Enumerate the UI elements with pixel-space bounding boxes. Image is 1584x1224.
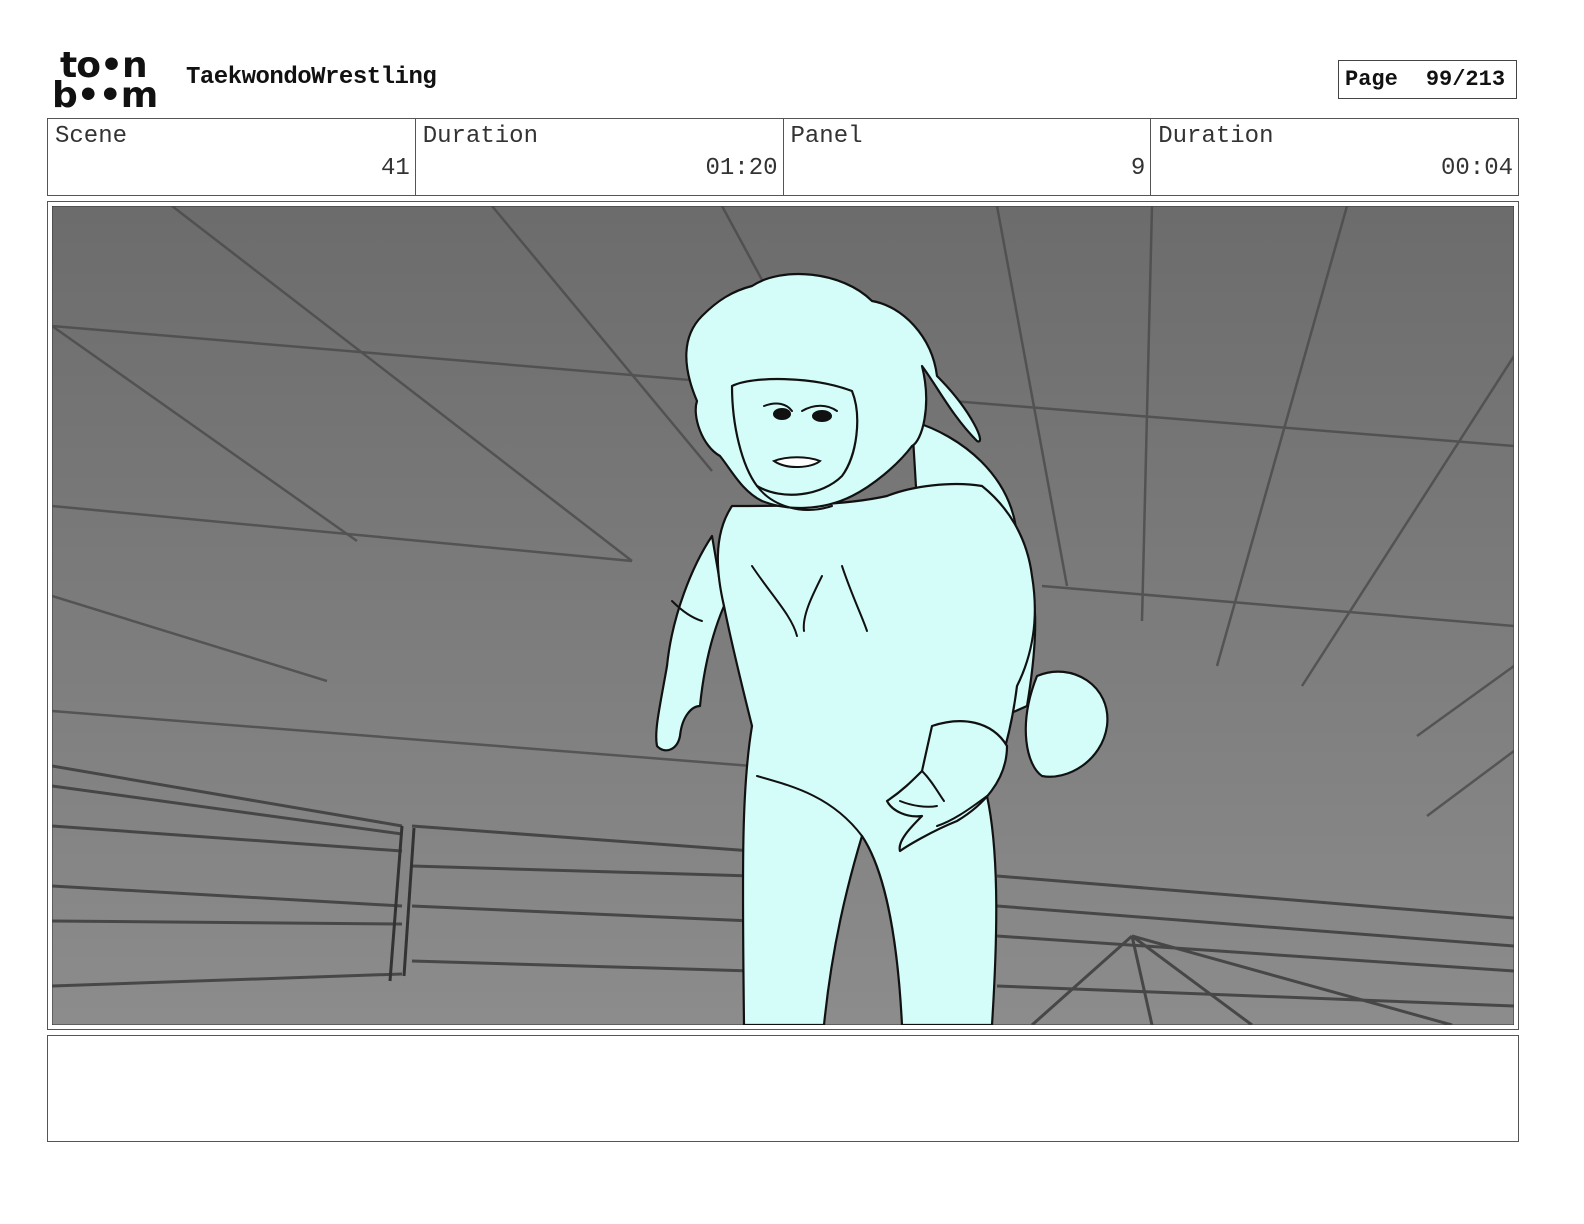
page-label: Page (1345, 67, 1398, 92)
face (730, 377, 859, 496)
panel-label: Panel (790, 123, 863, 150)
page-number: 99/213 (1425, 67, 1506, 92)
panel-duration-label: Duration (1158, 123, 1274, 150)
panel-cell: Panel 9 (784, 119, 1152, 195)
scene-value: 41 (380, 155, 410, 182)
scene-duration-value: 01:20 (705, 155, 778, 182)
scene-cell: Scene 41 (48, 119, 416, 195)
panel-drawing (52, 206, 1514, 1025)
panel-value: 9 (1130, 155, 1146, 182)
scene-label: Scene (55, 123, 128, 150)
panel-duration-value: 00:04 (1440, 155, 1513, 182)
scene-duration-cell: Duration 01:20 (416, 119, 784, 195)
logo-bottom-text: b••m (52, 75, 158, 116)
toonboom-logo: to•n b••m (52, 48, 164, 116)
panel-info-row: Scene 41 Duration 01:20 Panel 9 Duration… (47, 118, 1519, 196)
storyboard-frame (47, 201, 1519, 1030)
notes-box (47, 1035, 1519, 1142)
scene-duration-label: Duration (422, 123, 538, 150)
project-title: TaekwondoWrestling (186, 64, 437, 91)
panel-duration-cell: Duration 00:04 (1151, 119, 1518, 195)
page-indicator: Page 99/213 (1338, 60, 1517, 99)
